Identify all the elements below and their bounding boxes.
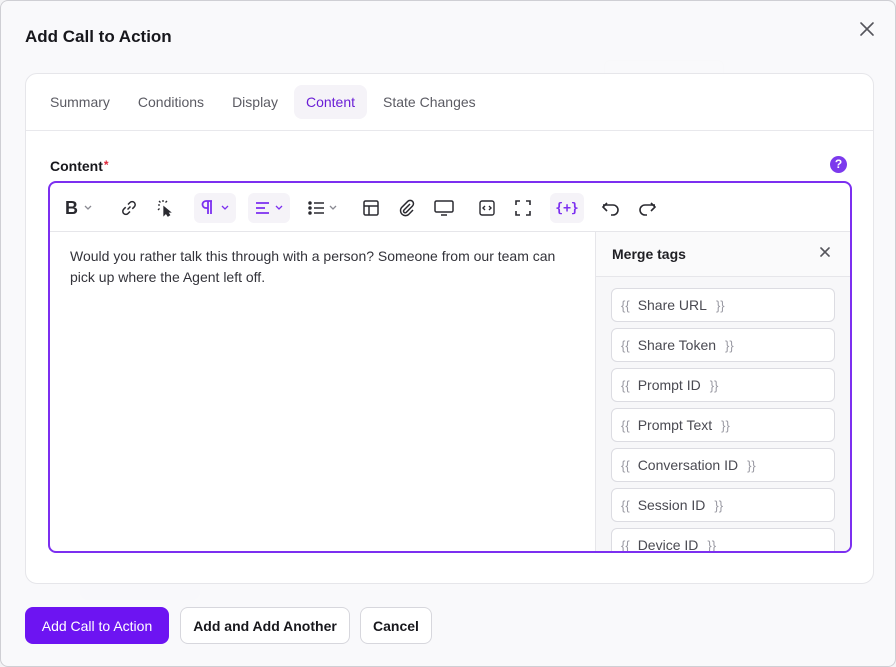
tab-display[interactable]: Display [220,85,290,119]
merge-tag-prompt-text[interactable]: {{ Prompt Text}} [611,408,835,442]
close-icon[interactable] [857,19,877,39]
merge-tag-session-id[interactable]: {{ Session ID}} [611,488,835,522]
attachment-icon[interactable] [394,193,420,223]
open-brace: {{ [621,377,630,393]
close-brace: }} [707,537,717,552]
modal-title: Add Call to Action [25,27,172,46]
add-call-to-action-modal: Add Call to Action Summary Conditions Di… [0,0,896,667]
merge-tag-prompt-id[interactable]: {{ Prompt ID}} [611,368,835,402]
open-brace: {{ [621,337,630,353]
merge-tags-panel: Merge tags {{ Share URL}} {{ Share Token}}… [595,232,850,551]
add-call-to-action-button[interactable]: Add Call to Action [25,607,169,644]
add-and-add-another-button[interactable]: Add and Add Another [180,607,350,644]
merge-tag-share-token[interactable]: {{ Share Token}} [611,328,835,362]
open-brace: {{ [621,537,630,552]
tab-summary[interactable]: Summary [38,85,122,119]
content-field-label: Content* [50,158,109,174]
help-icon[interactable]: ? [830,156,847,173]
editor-content-area[interactable]: Would you rather talk this through with … [50,232,595,551]
merge-tag-conversation-id[interactable]: {{ Conversation ID}} [611,448,835,482]
editor-toolbar: B {+} [50,183,850,232]
redo-icon[interactable] [634,193,660,223]
click-icon[interactable] [152,193,178,223]
cancel-button[interactable]: Cancel [360,607,432,644]
merge-tag-label: Share URL [637,297,707,313]
merge-tag-icon[interactable]: {+} [550,193,584,223]
close-brace: }} [714,497,724,513]
source-code-icon[interactable] [474,193,500,223]
align-icon[interactable] [248,193,290,223]
open-brace: {{ [621,497,630,513]
close-brace: }} [715,297,725,313]
merge-tag-label: Conversation ID [637,457,739,473]
merge-tag-label: Session ID [637,497,706,513]
required-mark: * [103,158,109,172]
close-brace: }} [747,457,756,473]
table-icon[interactable] [358,193,384,223]
merge-tags-title: Merge tags [612,246,686,262]
close-brace: }} [709,377,719,393]
merge-tag-device-id[interactable]: {{ Device ID}} [611,528,835,551]
open-brace: {{ [621,297,630,313]
tab-state-changes[interactable]: State Changes [371,85,488,119]
merge-tag-label: Device ID [637,537,699,551]
undo-icon[interactable] [598,193,624,223]
merge-tag-label: Prompt ID [637,377,701,393]
open-brace: {{ [621,457,630,473]
svg-text:B: B [65,198,78,218]
merge-tag-label: Prompt Text [637,417,713,433]
content-label-text: Content [50,158,103,174]
tab-bar: Summary Conditions Display Content State… [26,74,873,131]
close-brace: }} [725,337,734,353]
open-brace: {{ [621,417,630,433]
fullscreen-icon[interactable] [510,193,536,223]
preview-icon[interactable] [430,193,458,223]
link-icon[interactable] [116,193,142,223]
paragraph-icon[interactable] [194,193,236,223]
content-card: Summary Conditions Display Content State… [25,73,874,584]
merge-tags-header: Merge tags [596,232,850,277]
rich-text-editor: B {+} Would you rather talk this through… [48,181,852,553]
merge-tags-close-icon[interactable] [818,245,832,264]
bold-icon[interactable]: B [62,193,98,223]
merge-tag-glyph: {+} [555,200,579,216]
merge-tag-label: Share Token [637,337,717,353]
merge-tags-list: {{ Share URL}} {{ Share Token}} {{ Prompt I… [596,277,850,551]
list-icon[interactable] [304,193,342,223]
close-brace: }} [721,417,730,433]
tab-content[interactable]: Content [293,85,368,119]
merge-tag-share-url[interactable]: {{ Share URL}} [611,288,835,322]
tab-conditions[interactable]: Conditions [126,85,216,119]
